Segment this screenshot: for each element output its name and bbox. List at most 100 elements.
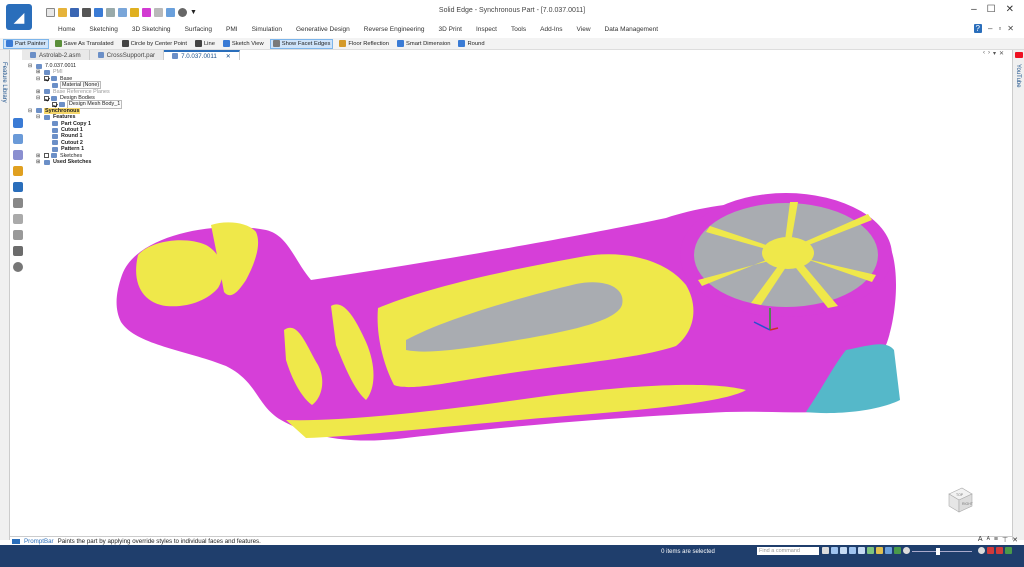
- part-model[interactable]: [26, 60, 1012, 538]
- arrow-icon[interactable]: [822, 547, 829, 554]
- prompt-options-icon[interactable]: ≡: [994, 536, 998, 544]
- tab-sketching[interactable]: Sketching: [89, 26, 118, 38]
- youtube-tab[interactable]: YouTube: [1015, 64, 1021, 88]
- cmd-sketch-view[interactable]: Sketch View: [221, 39, 266, 49]
- ribbon-restore-icon[interactable]: ▫: [998, 24, 1001, 33]
- tab-pmi[interactable]: PMI: [226, 26, 238, 38]
- tab-3d-print[interactable]: 3D Print: [439, 26, 462, 38]
- visibility-checkbox[interactable]: [44, 95, 49, 101]
- right-dock-strip: YouTube: [1012, 50, 1024, 540]
- prompt-close-icon[interactable]: ✕: [1012, 536, 1018, 544]
- notes-icon[interactable]: [13, 246, 23, 256]
- document-tab-controls: ‹ › ▾ ✕: [983, 50, 1004, 57]
- tab-reverse-engineering[interactable]: Reverse Engineering: [364, 26, 425, 38]
- cmd-round[interactable]: Round: [456, 39, 486, 49]
- expander-icon[interactable]: ⊟: [28, 108, 34, 114]
- tab-simulation[interactable]: Simulation: [252, 26, 282, 38]
- maximize-button[interactable]: ☐: [987, 4, 996, 15]
- cmd-smart-dimension[interactable]: Smart Dimension: [395, 39, 452, 49]
- youtube-icon[interactable]: [1015, 52, 1023, 58]
- fit-icon[interactable]: [831, 547, 838, 554]
- cmd-floor-reflection[interactable]: Floor Reflection: [337, 39, 391, 49]
- rotate-icon[interactable]: [867, 547, 874, 554]
- zoom-icon[interactable]: [849, 547, 856, 554]
- scroll-right-icon[interactable]: ›: [988, 50, 990, 57]
- prompt-pin-icon[interactable]: ⊤: [1002, 536, 1008, 544]
- tab-data-management[interactable]: Data Management: [605, 26, 658, 38]
- user-icon[interactable]: [1005, 547, 1012, 554]
- tab-tools[interactable]: Tools: [511, 26, 526, 38]
- cmd-line[interactable]: Line: [193, 39, 217, 49]
- document-tab[interactable]: CrossSupport.par: [89, 50, 165, 60]
- scroll-left-icon[interactable]: ‹: [983, 50, 985, 57]
- tree-node-label: 7.0.037.0011: [45, 63, 77, 70]
- notification-icon[interactable]: [987, 547, 994, 554]
- expander-icon[interactable]: ⊞: [36, 89, 42, 95]
- visibility-checkbox[interactable]: [44, 76, 49, 82]
- tab-home[interactable]: Home: [58, 26, 75, 38]
- pathfinder-icon[interactable]: [13, 118, 23, 128]
- views-icon[interactable]: [885, 547, 892, 554]
- cmd-save-as-translated[interactable]: Save As Translated: [53, 39, 116, 49]
- cmd-part-painter[interactable]: Part Painter: [3, 38, 49, 49]
- ribbon-minimize-icon[interactable]: –: [988, 24, 992, 33]
- expander-icon[interactable]: ⊞: [36, 69, 42, 75]
- cmd-label: Save As Translated: [63, 40, 114, 47]
- cmd-label: Sketch View: [231, 40, 264, 47]
- tab-generative-design[interactable]: Generative Design: [296, 26, 350, 38]
- cmd-circle-by-center-point[interactable]: Circle by Center Point: [120, 39, 189, 49]
- style-icon[interactable]: [894, 547, 901, 554]
- expander-icon[interactable]: ⊞: [36, 159, 42, 165]
- tab-list-icon[interactable]: ▾: [993, 50, 996, 57]
- visibility-checkbox[interactable]: [52, 102, 57, 108]
- view-cube[interactable]: TOP RIGHT: [944, 484, 974, 516]
- tree-node[interactable]: ⊞ Used Sketches: [28, 159, 148, 165]
- table-icon[interactable]: [13, 230, 23, 240]
- tab-inspect[interactable]: Inspect: [476, 26, 497, 38]
- close-document-icon[interactable]: ✕: [999, 50, 1004, 57]
- zoom-slider[interactable]: [912, 551, 972, 552]
- expander-icon[interactable]: ⊞: [36, 153, 42, 159]
- key-icon[interactable]: [13, 166, 23, 176]
- 3d-viewport[interactable]: TOP RIGHT: [26, 60, 1012, 538]
- expander-icon[interactable]: ⊟: [36, 76, 42, 82]
- tab-3d-sketching[interactable]: 3D Sketching: [132, 26, 171, 38]
- zoom-in-icon[interactable]: [978, 547, 985, 554]
- zoom-out-icon[interactable]: [903, 547, 910, 554]
- font-decrease-icon[interactable]: A: [987, 536, 990, 544]
- layers-icon[interactable]: [13, 134, 23, 144]
- tab-add-ins[interactable]: Add-Ins: [540, 26, 562, 38]
- close-tab-icon[interactable]: ✕: [226, 53, 231, 60]
- pan-icon[interactable]: [858, 547, 865, 554]
- dimension-icon[interactable]: [13, 214, 23, 224]
- visibility-checkbox[interactable]: [44, 153, 49, 159]
- family-icon[interactable]: [13, 182, 23, 192]
- ribbon-close-icon[interactable]: ✕: [1007, 24, 1014, 33]
- wheel-hub[interactable]: [762, 237, 814, 269]
- library-icon[interactable]: [13, 150, 23, 160]
- sensor-icon[interactable]: [13, 198, 23, 208]
- feature-library-tab[interactable]: Feature Library: [1, 62, 7, 103]
- tree-node-icon: [52, 82, 58, 88]
- expander-icon[interactable]: ⊟: [28, 63, 34, 69]
- expander-icon[interactable]: ⊟: [36, 95, 42, 101]
- tree-node-icon: [52, 121, 58, 127]
- sketch-view-icon[interactable]: [876, 547, 883, 554]
- find-command-input[interactable]: Find a command: [757, 547, 819, 555]
- font-increase-icon[interactable]: A: [978, 536, 983, 544]
- document-tab[interactable]: 7.0.037.0011 ✕: [164, 50, 240, 60]
- tab-surfacing[interactable]: Surfacing: [185, 26, 212, 38]
- help-icon[interactable]: ?: [973, 24, 982, 33]
- view-controls: [822, 547, 910, 554]
- alert-icon[interactable]: [996, 547, 1003, 554]
- gear-icon[interactable]: [13, 262, 23, 272]
- minimize-button[interactable]: –: [971, 4, 977, 15]
- tab-view[interactable]: View: [577, 26, 591, 38]
- zoom-slider-thumb[interactable]: [936, 548, 940, 555]
- close-button[interactable]: ✕: [1006, 4, 1014, 15]
- document-tab[interactable]: Astrolab-2.asm: [22, 50, 90, 60]
- zoom-area-icon[interactable]: [840, 547, 847, 554]
- cmd-show-facet-edges[interactable]: Show Facet Edges: [269, 38, 334, 49]
- expander-icon[interactable]: ⊟: [36, 114, 42, 120]
- tree-node-label: Part Copy 1: [61, 120, 91, 127]
